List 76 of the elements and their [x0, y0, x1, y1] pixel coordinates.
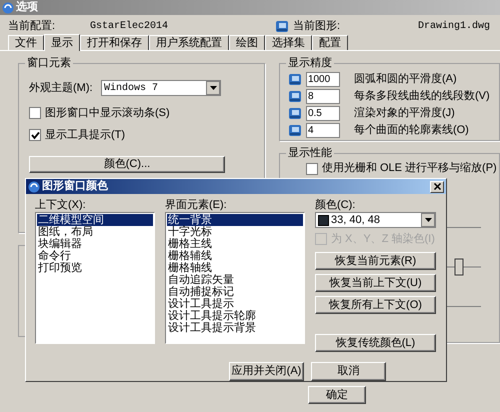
button[interactable]: 恢复当前元素(R) [315, 252, 436, 270]
list-item[interactable]: 十字光标 [167, 226, 303, 238]
list-item[interactable]: 栅格辅线 [167, 250, 303, 262]
list-item[interactable]: 命令行 [37, 250, 153, 262]
tab[interactable]: 绘图 [229, 35, 265, 50]
dropdown-value: Windows 7 [103, 82, 158, 96]
list-label: 界面元素(E): [165, 198, 228, 212]
drawing-name: Drawing1.dwg [418, 20, 490, 34]
slider-thumb[interactable] [454, 258, 464, 276]
input-field[interactable]: 0.5 [306, 106, 340, 121]
profile-label: 当前配置: [8, 18, 56, 34]
group-title: 显示性能 [286, 146, 334, 160]
list-item[interactable]: 块编辑器 [37, 238, 153, 250]
close-icon [434, 183, 440, 190]
field-label: 渲染对象的平滑度(J) [354, 106, 455, 122]
list-item[interactable]: 打印预览 [37, 262, 153, 274]
field-label: 每个曲面的轮廓素线(O) [354, 122, 469, 138]
list-item[interactable]: 栅格轴线 [167, 262, 303, 274]
app-icon [288, 107, 302, 120]
button[interactable]: 确定 [308, 386, 366, 404]
button[interactable]: 应用并关闭(A) [229, 362, 304, 381]
checkbox-label: 图形窗口中显示滚动条(S) [45, 106, 170, 121]
caret-icon [424, 218, 432, 222]
button[interactable]: 恢复传统颜色(L) [315, 334, 436, 352]
app-icon [275, 20, 289, 32]
list-item[interactable]: 设计工具提示背景 [167, 322, 303, 334]
drawing-label: 当前图形: [293, 18, 342, 34]
button[interactable]: 颜色(C)... [29, 156, 225, 173]
list-item[interactable]: 二维模型空间 [37, 214, 153, 226]
theme-dropdown[interactable]: Windows 7 [101, 80, 221, 96]
list-item[interactable]: 自动捕捉标记 [167, 286, 303, 298]
checkbox[interactable] [306, 162, 318, 174]
input-field[interactable]: 4 [306, 123, 340, 138]
input-field[interactable]: 8 [306, 89, 340, 104]
checkbox[interactable] [29, 107, 41, 119]
tab[interactable]: 用户系统配置 [149, 35, 229, 50]
close-button[interactable] [430, 180, 444, 192]
list-item[interactable]: 图纸，布局 [37, 226, 153, 238]
button[interactable]: 取消 [311, 362, 386, 381]
tab[interactable]: 选择集 [265, 35, 312, 50]
list-item[interactable]: 自动追踪矢量 [167, 274, 303, 286]
list-item[interactable]: 设计工具提示轮廓 [167, 310, 303, 322]
group-title: 窗口元素 [25, 56, 73, 70]
list-item[interactable]: 设计工具提示 [167, 298, 303, 310]
list-label: 上下文(X): [35, 198, 87, 212]
window-title: 选项 [16, 2, 38, 13]
app-icon [2, 2, 14, 14]
input-field[interactable]: 1000 [306, 72, 340, 87]
tab[interactable]: 显示 [44, 34, 80, 51]
dropdown-button[interactable] [206, 81, 220, 95]
app-icon [288, 124, 302, 137]
app-icon [28, 180, 40, 192]
field-label: 外观主题(M): [29, 80, 94, 96]
checkbox-label: 显示工具提示(T) [45, 128, 126, 143]
dropdown-button[interactable] [421, 213, 435, 227]
field-label: 颜色(C): [315, 198, 356, 212]
slider[interactable] [445, 227, 481, 307]
button[interactable]: 恢复所有上下文(O) [315, 296, 436, 314]
field-label: 每条多段线曲线的线段数(V) [354, 89, 490, 104]
color-dropdown[interactable]: 33, 40, 48 [315, 212, 436, 228]
app-icon [288, 73, 302, 86]
checkbox-label: 使用光栅和 OLE 进行平移与缩放(P) [322, 160, 497, 176]
caret-icon [210, 86, 216, 90]
button[interactable]: 恢复当前上下文(U) [315, 274, 436, 292]
tab[interactable]: 配置 [312, 35, 348, 50]
color-swatch [318, 214, 329, 226]
dropdown-value: 33, 40, 48 [331, 212, 380, 228]
list-item[interactable]: 栅格主线 [167, 238, 303, 250]
tab[interactable]: 打开和保存 [80, 35, 149, 50]
group-title: 显示精度 [286, 56, 334, 70]
checkbox[interactable] [29, 129, 41, 141]
app-icon [288, 90, 302, 103]
dialog-title: 图形窗口颜色 [42, 181, 108, 192]
field-label: 圆弧和圆的平滑度(A) [354, 72, 457, 88]
list-item[interactable]: 统一背景 [167, 214, 303, 226]
profile-name: GstarElec2014 [90, 20, 170, 34]
